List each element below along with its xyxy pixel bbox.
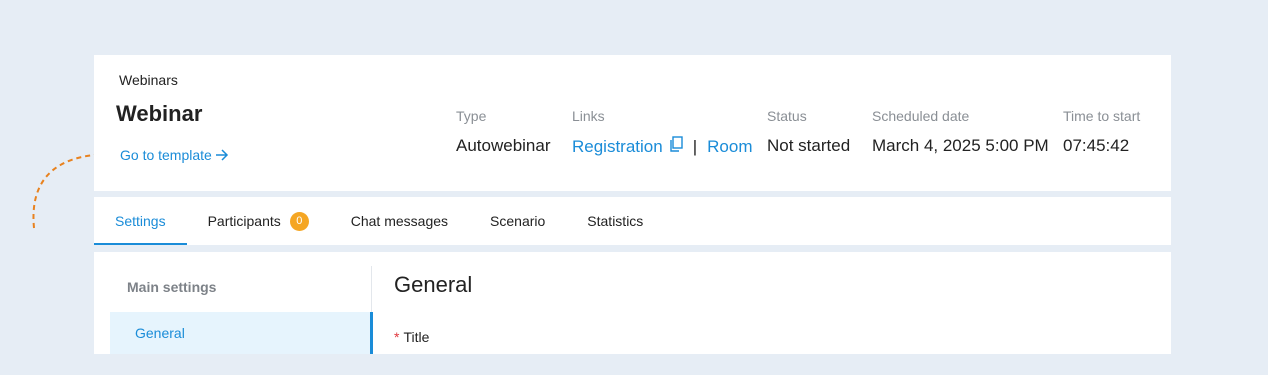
page: Webinars Webinar Go to template Type Aut… — [0, 0, 1268, 375]
meta-scheduled-date: Scheduled date March 4, 2025 5:00 PM — [872, 108, 1049, 156]
participants-count-badge: 0 — [289, 211, 309, 231]
tab-scenario-label: Scenario — [490, 213, 546, 229]
side-nav-item-label: General — [135, 325, 185, 341]
tabs-bar: Settings Participants 0 Chat messages Sc… — [94, 197, 1171, 245]
tab-settings[interactable]: Settings — [94, 197, 187, 245]
breadcrumb[interactable]: Webinars — [119, 72, 178, 88]
scheduled-date-label: Scheduled date — [872, 108, 970, 124]
section-title: General — [394, 272, 473, 297]
scheduled-date-value: March 4, 2025 5:00 PM — [872, 136, 1049, 155]
tab-settings-label: Settings — [115, 213, 166, 229]
type-label: Type — [456, 108, 487, 124]
required-mark: * — [394, 329, 400, 345]
tab-statistics-label: Statistics — [587, 213, 644, 229]
tab-chat-messages[interactable]: Chat messages — [330, 197, 469, 245]
title-label-text: Title — [403, 329, 430, 345]
webinar-header: Webinars Webinar Go to template Type Aut… — [94, 55, 1171, 191]
tab-chat-messages-label: Chat messages — [350, 213, 449, 229]
status-label: Status — [767, 108, 807, 124]
tab-statistics[interactable]: Statistics — [566, 197, 664, 245]
arrow-right-icon — [215, 149, 228, 161]
links-label: Links — [572, 108, 605, 124]
go-to-template-label: Go to template — [120, 147, 212, 163]
meta-time-to-start: Time to start 07:45:42 — [1063, 108, 1140, 156]
registration-link[interactable]: Registration — [572, 137, 663, 157]
links-separator: | — [692, 136, 698, 156]
meta-status: Status Not started — [767, 108, 850, 156]
settings-side-nav: Main settings General — [110, 266, 373, 354]
meta-type: Type Autowebinar — [456, 108, 551, 156]
meta-links: Links Registration | Room — [572, 108, 753, 157]
tab-scenario[interactable]: Scenario — [469, 197, 566, 245]
title-field-label: * Title — [394, 329, 429, 345]
side-nav-item-general[interactable]: General — [110, 312, 373, 354]
go-to-template-link[interactable]: Go to template — [120, 147, 229, 163]
links-value: Registration | Room — [572, 136, 753, 157]
side-nav-heading: Main settings — [127, 279, 217, 295]
time-to-start-value: 07:45:42 — [1063, 136, 1130, 155]
type-value: Autowebinar — [456, 136, 551, 155]
tab-participants[interactable]: Participants 0 — [187, 197, 330, 245]
tab-participants-label: Participants — [207, 213, 281, 229]
room-link[interactable]: Room — [707, 137, 752, 157]
page-title: Webinar — [116, 101, 203, 126]
copy-icon[interactable] — [669, 136, 683, 157]
time-to-start-label: Time to start — [1063, 108, 1141, 124]
settings-content: Main settings General General * Title — [94, 252, 1171, 354]
status-value: Not started — [767, 136, 851, 155]
